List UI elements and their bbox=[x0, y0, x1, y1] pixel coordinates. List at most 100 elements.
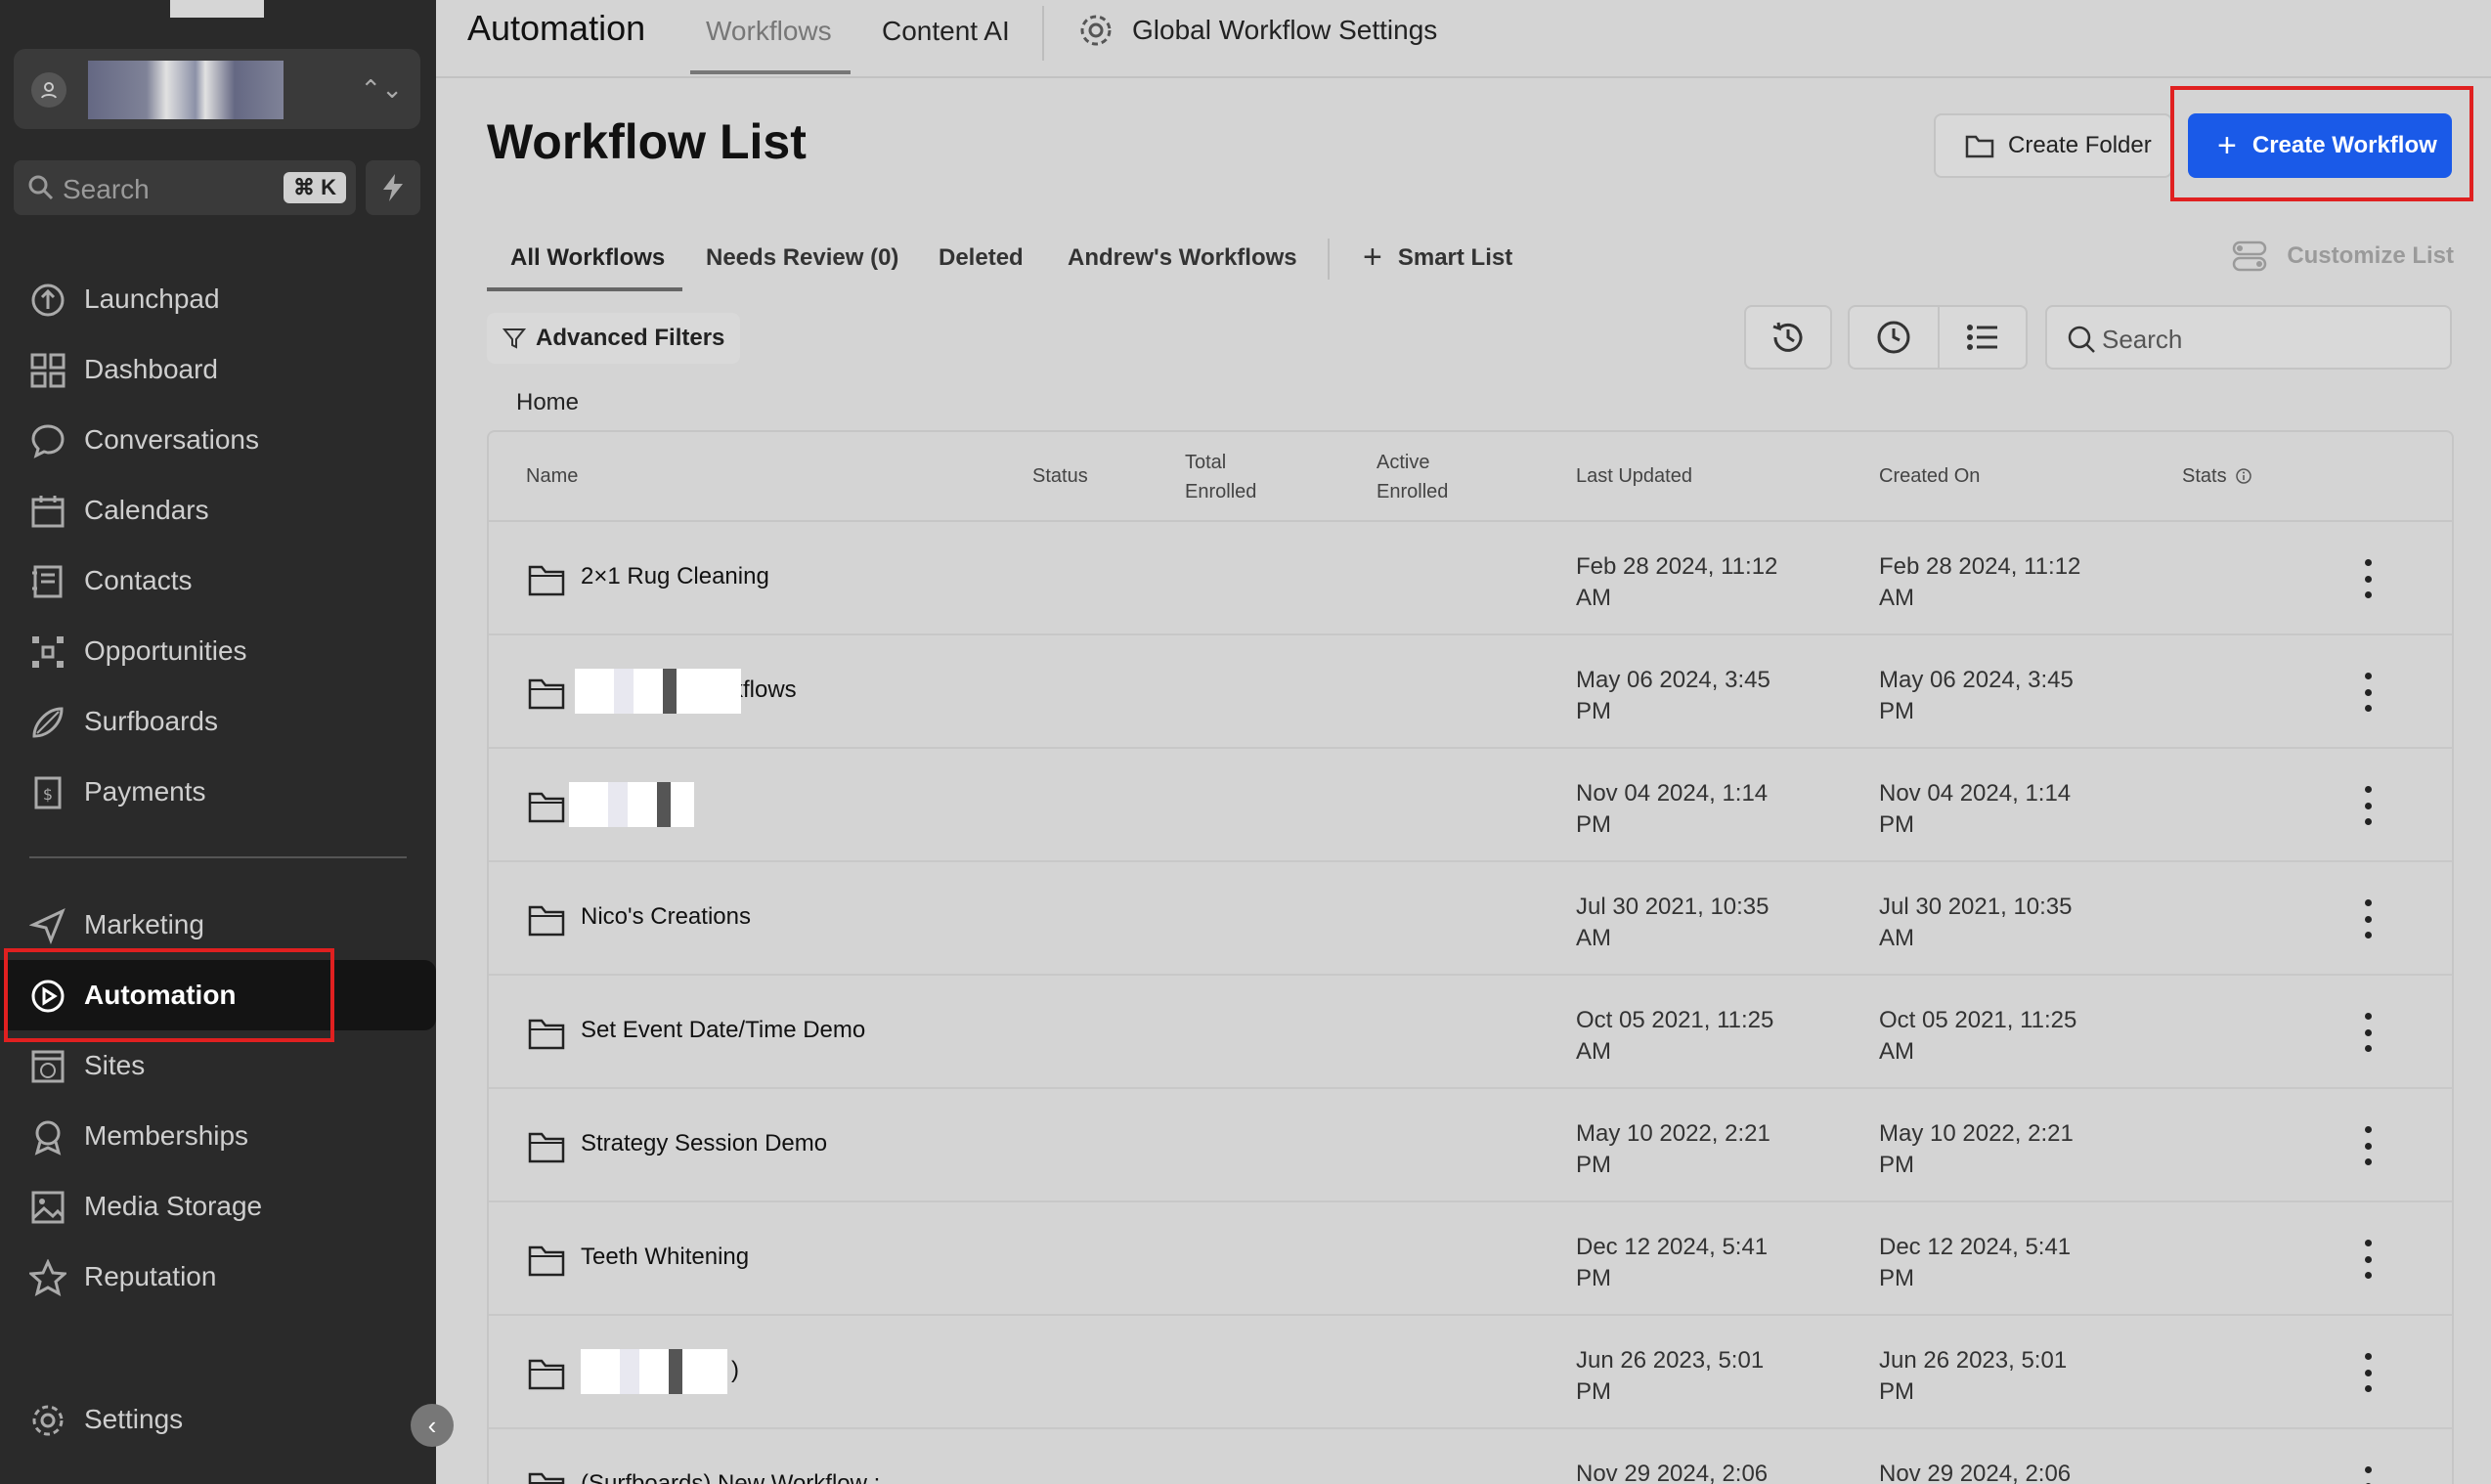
collapse-sidebar-button[interactable]: ‹ bbox=[411, 1404, 454, 1447]
advanced-filters-button[interactable]: Advanced Filters bbox=[487, 313, 741, 364]
opportunities-icon bbox=[32, 636, 64, 668]
plus-icon: + bbox=[1363, 239, 1382, 276]
more-options-icon[interactable] bbox=[2348, 669, 2387, 716]
created-on-ampm: PM bbox=[1879, 698, 1914, 724]
smart-list-button[interactable]: + Smart List bbox=[1363, 239, 1512, 277]
created-on-cell: Nov 04 2024, 1:14 PM bbox=[1879, 778, 2114, 841]
created-on-cell: Nov 29 2024, 2:06 bbox=[1879, 1459, 2114, 1484]
more-options-icon[interactable] bbox=[2348, 1009, 2387, 1056]
nav-calendars[interactable]: Calendars bbox=[0, 475, 436, 546]
history-icon bbox=[1772, 322, 1803, 352]
table-row[interactable]: rkflows May 06 2024, 3:45 PM May 06 2024, 3… bbox=[489, 635, 2452, 749]
nav-label: Payments bbox=[84, 776, 206, 807]
sidebar-search[interactable]: Search ⌘ K bbox=[14, 160, 356, 215]
nav-label: Media Storage bbox=[84, 1191, 263, 1221]
more-options-icon[interactable] bbox=[2348, 1236, 2387, 1283]
last-updated-ampm: PM bbox=[1576, 811, 1611, 838]
nav-opportunities[interactable]: Opportunities bbox=[0, 616, 436, 686]
last-updated-date: Nov 29 2024, 2:06 bbox=[1576, 1461, 1769, 1484]
workflow-name[interactable]: ) bbox=[731, 1357, 739, 1384]
more-options-icon[interactable] bbox=[2348, 1122, 2387, 1169]
col-active-line2: Enrolled bbox=[1377, 481, 1449, 502]
col-last-updated[interactable]: Last Updated bbox=[1576, 461, 1692, 491]
col-active-enrolled[interactable]: Active Enrolled bbox=[1377, 448, 1448, 506]
list-view-button[interactable] bbox=[1938, 305, 2028, 370]
subtab-all-workflows[interactable]: All Workflows bbox=[510, 244, 665, 272]
quick-action-button[interactable] bbox=[366, 160, 420, 215]
table-row[interactable]: Strategy Session Demo May 10 2022, 2:21 PM… bbox=[489, 1089, 2452, 1202]
table-row[interactable]: (Surfboards) New Workflow : Nov 29 2024, … bbox=[489, 1429, 2452, 1484]
nav-settings[interactable]: Settings bbox=[0, 1384, 436, 1455]
nav-launchpad[interactable]: Launchpad bbox=[0, 264, 436, 334]
more-options-icon[interactable] bbox=[2348, 1349, 2387, 1396]
table-row[interactable]: Nico's Creations Jul 30 2021, 10:35 AM Jul … bbox=[489, 862, 2452, 976]
subtab-andrews-workflows[interactable]: Andrew's Workflows bbox=[1068, 244, 1297, 272]
workflow-name[interactable]: Set Event Date/Time Demo bbox=[581, 1017, 865, 1044]
created-on-date: May 10 2022, 2:21 bbox=[1879, 1120, 2074, 1147]
col-status[interactable]: Status bbox=[1032, 461, 1088, 491]
col-stats[interactable]: Stats bbox=[2182, 461, 2252, 491]
breadcrumb[interactable]: Home bbox=[516, 389, 579, 416]
tab-workflows[interactable]: Workflows bbox=[706, 16, 832, 47]
col-total-line2: Enrolled bbox=[1185, 481, 1257, 502]
workflow-subtabs: All Workflows Needs Review (0) Deleted A… bbox=[487, 225, 2454, 295]
table-row[interactable]: Nov 04 2024, 1:14 PM Nov 04 2024, 1:14 PM bbox=[489, 749, 2452, 862]
folder-icon bbox=[528, 1017, 565, 1055]
create-folder-button[interactable]: Create Folder bbox=[1934, 113, 2172, 178]
last-updated-date: Oct 05 2021, 11:25 bbox=[1576, 1007, 1774, 1033]
workflow-name[interactable]: 2×1 Rug Cleaning bbox=[581, 563, 769, 590]
col-total-enrolled[interactable]: Total Enrolled bbox=[1185, 448, 1256, 506]
history-button[interactable] bbox=[1744, 305, 1832, 370]
nav-media-storage[interactable]: Media Storage bbox=[0, 1171, 436, 1242]
search-placeholder: Search bbox=[2102, 325, 2183, 354]
account-switcher[interactable]: ⌃⌄ bbox=[14, 49, 420, 129]
created-on-cell: Dec 12 2024, 5:41 PM bbox=[1879, 1232, 2114, 1294]
nav-payments[interactable]: $ Payments bbox=[0, 757, 436, 827]
col-total-line1: Total bbox=[1185, 452, 1227, 473]
top-bar: Automation Workflows Content AI Global W… bbox=[436, 0, 2491, 78]
col-name[interactable]: Name bbox=[526, 461, 578, 491]
gear-icon bbox=[32, 1405, 64, 1436]
workflow-search-input[interactable]: Search bbox=[2045, 305, 2452, 370]
col-created-on[interactable]: Created On bbox=[1879, 461, 1980, 491]
more-options-icon[interactable] bbox=[2348, 782, 2387, 829]
info-icon bbox=[2235, 468, 2251, 484]
nav-conversations[interactable]: Conversations bbox=[0, 405, 436, 475]
chevron-updown-icon: ⌃⌄ bbox=[360, 74, 403, 104]
tab-content-ai[interactable]: Content AI bbox=[882, 16, 1010, 47]
nav-reputation[interactable]: Reputation bbox=[0, 1242, 436, 1312]
subtab-deleted[interactable]: Deleted bbox=[939, 244, 1024, 272]
folder-icon bbox=[528, 677, 565, 715]
folder-icon bbox=[528, 1130, 565, 1168]
workflow-name[interactable]: Teeth Whitening bbox=[581, 1244, 749, 1271]
last-updated-date: Feb 28 2024, 11:12 bbox=[1576, 553, 1778, 580]
workflow-name[interactable]: (Surfboards) New Workflow : bbox=[581, 1470, 880, 1484]
customize-list-button[interactable]: Customize List bbox=[2232, 239, 2454, 274]
table-row[interactable]: ) Jun 26 2023, 5:01 PM Jun 26 2023, 5:01 PM bbox=[489, 1316, 2452, 1429]
tab-global-settings[interactable]: Global Workflow Settings bbox=[1077, 12, 1437, 49]
created-on-cell: May 10 2022, 2:21 PM bbox=[1879, 1118, 2114, 1181]
global-settings-label: Global Workflow Settings bbox=[1132, 15, 1438, 45]
nav-label: Contacts bbox=[84, 565, 193, 595]
clock-view-button[interactable] bbox=[1848, 305, 1940, 370]
table-row[interactable]: Set Event Date/Time Demo Oct 05 2021, 11:… bbox=[489, 976, 2452, 1089]
workflow-name[interactable]: Nico's Creations bbox=[581, 903, 751, 931]
subtab-needs-review[interactable]: Needs Review (0) bbox=[706, 244, 898, 272]
last-updated-cell: Dec 12 2024, 5:41 PM bbox=[1576, 1232, 1811, 1294]
user-icon bbox=[31, 72, 66, 108]
nav-dashboard[interactable]: Dashboard bbox=[0, 334, 436, 405]
highlight-automation bbox=[4, 948, 334, 1042]
table-row[interactable]: 2×1 Rug Cleaning Feb 28 2024, 11:12 AM Feb … bbox=[489, 522, 2452, 635]
more-options-icon[interactable] bbox=[2348, 895, 2387, 942]
nav-surfboards[interactable]: Surfboards bbox=[0, 686, 436, 757]
table-row[interactable]: Teeth Whitening Dec 12 2024, 5:41 PM Dec 12… bbox=[489, 1202, 2452, 1316]
created-on-date: Nov 29 2024, 2:06 bbox=[1879, 1461, 2072, 1484]
dashboard-icon bbox=[30, 353, 66, 388]
svg-text:$: $ bbox=[43, 785, 53, 804]
workflow-name[interactable]: Strategy Session Demo bbox=[581, 1130, 827, 1157]
nav-contacts[interactable]: Contacts bbox=[0, 546, 436, 616]
more-options-icon[interactable] bbox=[2348, 555, 2387, 602]
nav-memberships[interactable]: Memberships bbox=[0, 1101, 436, 1171]
created-on-ampm: PM bbox=[1879, 811, 1914, 838]
more-options-icon[interactable] bbox=[2348, 1462, 2387, 1484]
